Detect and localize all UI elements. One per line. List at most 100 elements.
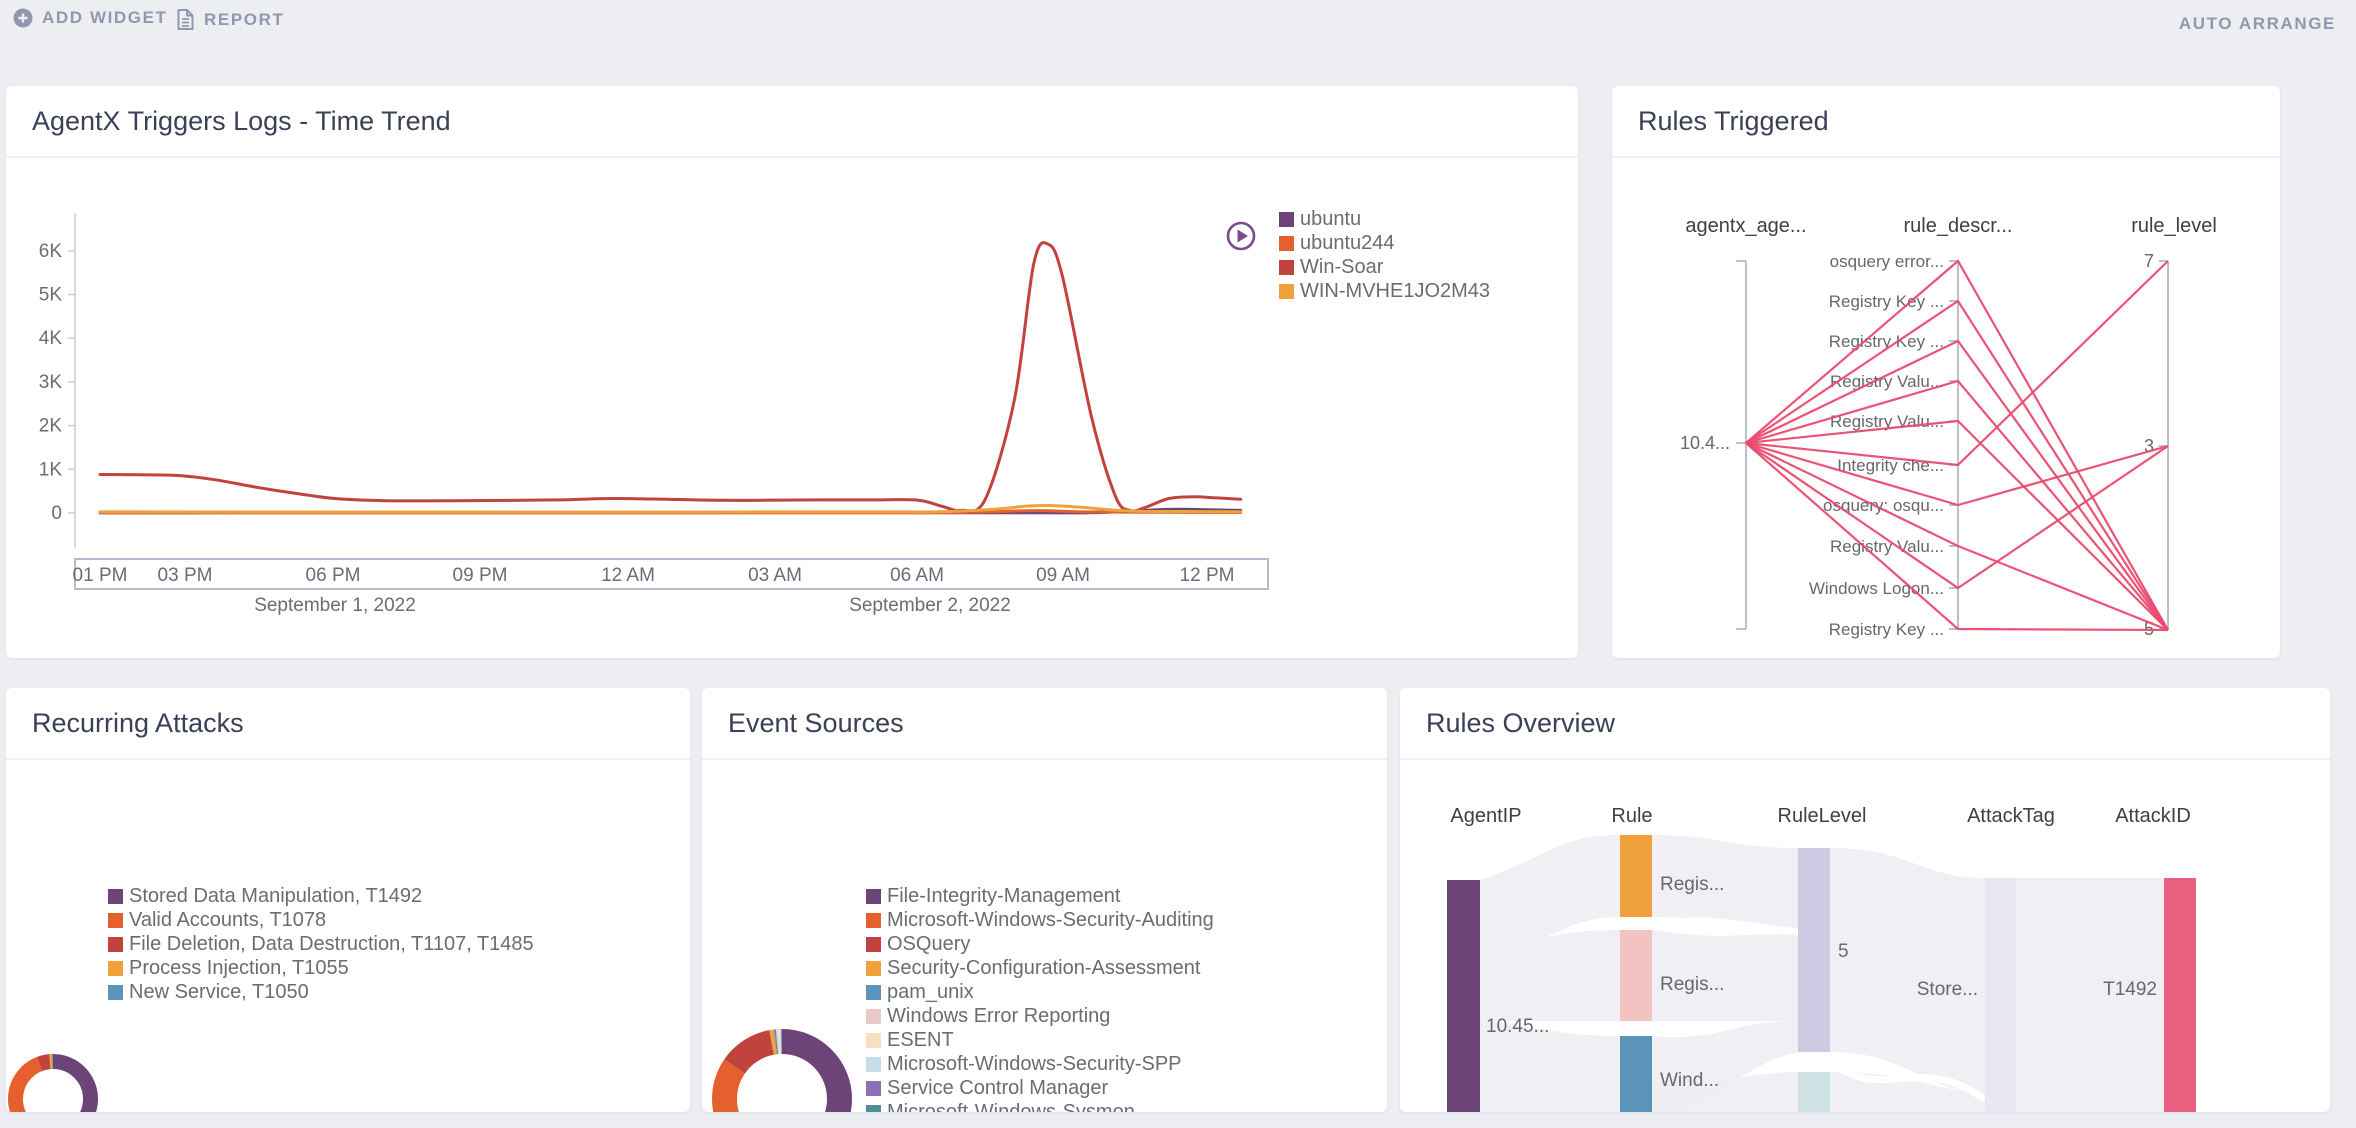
svg-text:03 PM: 03 PM [158,565,213,586]
panel-event-sources-header: Event Sources [702,688,1387,760]
rules-triggered-parallel-chart[interactable]: agentx_age...rule_descr...rule_level10.4… [1612,158,2280,658]
legend-swatch [108,985,123,1000]
recurring-attacks-legend: Stored Data Manipulation, T1492Valid Acc… [108,884,534,1004]
legend-swatch [866,1033,881,1048]
legend-item[interactable]: Windows Error Reporting [866,1004,1232,1028]
legend-label: Windows Error Reporting [887,1004,1110,1028]
legend-item[interactable]: Stored Data Manipulation, T1492 [108,884,534,908]
play-button[interactable] [1226,221,1256,251]
legend-label: File Deletion, Data Destruction, T1107, … [129,932,534,956]
svg-text:September 2, 2022: September 2, 2022 [849,595,1011,616]
svg-text:7: 7 [2144,251,2154,271]
svg-text:10.45...: 10.45... [1486,1016,1549,1037]
legend-item[interactable]: Process Injection, T1055 [108,956,534,980]
legend-label: Win-Soar [1300,255,1383,279]
legend-swatch [108,961,123,976]
svg-text:osquery error...: osquery error... [1830,252,1944,271]
legend-item[interactable]: pam_unix [866,980,1232,1004]
legend-label: Stored Data Manipulation, T1492 [129,884,422,908]
legend-item[interactable]: ubuntu244 [1279,231,1490,255]
event-sources-chart-area: File-Integrity-ManagementMicrosoft-Windo… [702,760,1387,1112]
legend-label: WIN-MVHE1JO2M43 [1300,279,1490,303]
panel-rules-triggered-title: Rules Triggered [1612,106,1829,137]
dashboard: ADD WIDGET REPORT AUTO ARRANGE AgentX Tr… [0,0,2356,1128]
auto-arrange-button[interactable]: AUTO ARRANGE [2179,14,2336,34]
legend-item[interactable]: File-Integrity-Management [866,884,1232,908]
add-widget-button[interactable]: ADD WIDGET [13,8,168,28]
time-trend-legend: ubuntuubuntu244Win-SoarWIN-MVHE1JO2M43 [1279,207,1490,303]
rules-triggered-chart-area: agentx_age...rule_descr...rule_level10.4… [1612,158,2280,658]
legend-item[interactable]: Win-Soar [1279,255,1490,279]
svg-text:Regis...: Regis... [1660,874,1724,895]
legend-item[interactable]: Valid Accounts, T1078 [108,908,534,932]
legend-item[interactable]: ESENT [866,1028,1232,1052]
svg-text:rule_level: rule_level [2131,215,2217,237]
legend-item[interactable]: Microsoft-Windows-Security-Auditing [866,908,1232,932]
legend-swatch [866,889,881,904]
legend-item[interactable]: Microsoft-Windows-Sysmon [866,1100,1232,1112]
report-document-icon [176,8,195,31]
legend-item[interactable]: ubuntu [1279,207,1490,231]
legend-label: OSQuery [887,932,970,956]
time-trend-chart-area: 01K2K3K4K5K6K01 PM03 PM06 PM09 PM12 AM03… [6,158,1578,658]
svg-text:AttackTag: AttackTag [1967,805,2055,827]
legend-swatch [1279,260,1294,275]
legend-label: ubuntu [1300,207,1361,231]
panel-event-sources-title: Event Sources [702,708,904,739]
legend-swatch [866,1081,881,1096]
legend-label: ubuntu244 [1300,231,1395,255]
legend-label: Microsoft-Windows-Sysmon [887,1100,1135,1112]
legend-swatch [866,961,881,976]
svg-text:2K: 2K [39,416,63,437]
svg-text:09 AM: 09 AM [1036,565,1090,586]
legend-item[interactable]: Security-Configuration-Assessment [866,956,1232,980]
legend-item[interactable]: Microsoft-Windows-Security-SPP [866,1052,1232,1076]
panel-event-sources: Event Sources File-Integrity-ManagementM… [702,688,1387,1112]
legend-swatch [866,1009,881,1024]
svg-text:Wind...: Wind... [1660,1070,1719,1091]
toolbar: ADD WIDGET REPORT AUTO ARRANGE [0,0,2356,46]
legend-label: pam_unix [887,980,974,1004]
rules-overview-sankey-chart[interactable]: 10.45... Regis... Regis... Wind... 5 Store...… [1400,760,2330,1112]
legend-swatch [108,913,123,928]
add-widget-label: ADD WIDGET [42,8,168,28]
svg-text:Windows Logon...: Windows Logon... [1809,579,1944,598]
svg-text:1K: 1K [39,459,63,480]
svg-text:5K: 5K [39,285,63,306]
legend-swatch [108,937,123,952]
legend-item[interactable]: New Service, T1050 [108,980,534,1004]
plus-circle-icon [13,8,33,28]
svg-text:03 AM: 03 AM [748,565,802,586]
report-label: REPORT [204,10,284,30]
svg-text:4K: 4K [39,328,63,349]
svg-text:Rule: Rule [1611,805,1652,827]
panel-time-trend: AgentX Triggers Logs - Time Trend 0 1K 2K 3… [6,86,1578,658]
svg-text:06 AM: 06 AM [890,565,944,586]
panel-time-trend-header: AgentX Triggers Logs - Time Trend [6,86,1578,158]
svg-text:5: 5 [1838,941,1849,962]
panel-rules-overview: Rules Overview 10.45... Regis... Regis... W… [1400,688,2330,1112]
event-sources-legend: File-Integrity-ManagementMicrosoft-Windo… [866,884,1232,1112]
svg-text:Regis...: Regis... [1660,974,1724,995]
svg-text:0: 0 [51,503,62,524]
legend-swatch [1279,236,1294,251]
legend-swatch [866,937,881,952]
report-button[interactable]: REPORT [176,8,284,31]
legend-swatch [866,1057,881,1072]
panel-rules-overview-header: Rules Overview [1400,688,2330,760]
legend-label: ESENT [887,1028,954,1052]
svg-text:RuleLevel: RuleLevel [1778,805,1867,827]
svg-text:01 PM: 01 PM [73,565,128,586]
rules-overview-chart-area: 10.45... Regis... Regis... Wind... 5 Store...… [1400,760,2330,1112]
svg-text:12 PM: 12 PM [1180,565,1235,586]
legend-swatch [866,913,881,928]
legend-item[interactable]: OSQuery [866,932,1232,956]
svg-text:06 PM: 06 PM [306,565,361,586]
svg-text:Store...: Store... [1917,979,1978,1000]
legend-swatch [866,1105,881,1113]
legend-item[interactable]: Service Control Manager [866,1076,1232,1100]
svg-text:3K: 3K [39,372,63,393]
legend-label: File-Integrity-Management [887,884,1120,908]
legend-item[interactable]: WIN-MVHE1JO2M43 [1279,279,1490,303]
legend-item[interactable]: File Deletion, Data Destruction, T1107, … [108,932,534,956]
